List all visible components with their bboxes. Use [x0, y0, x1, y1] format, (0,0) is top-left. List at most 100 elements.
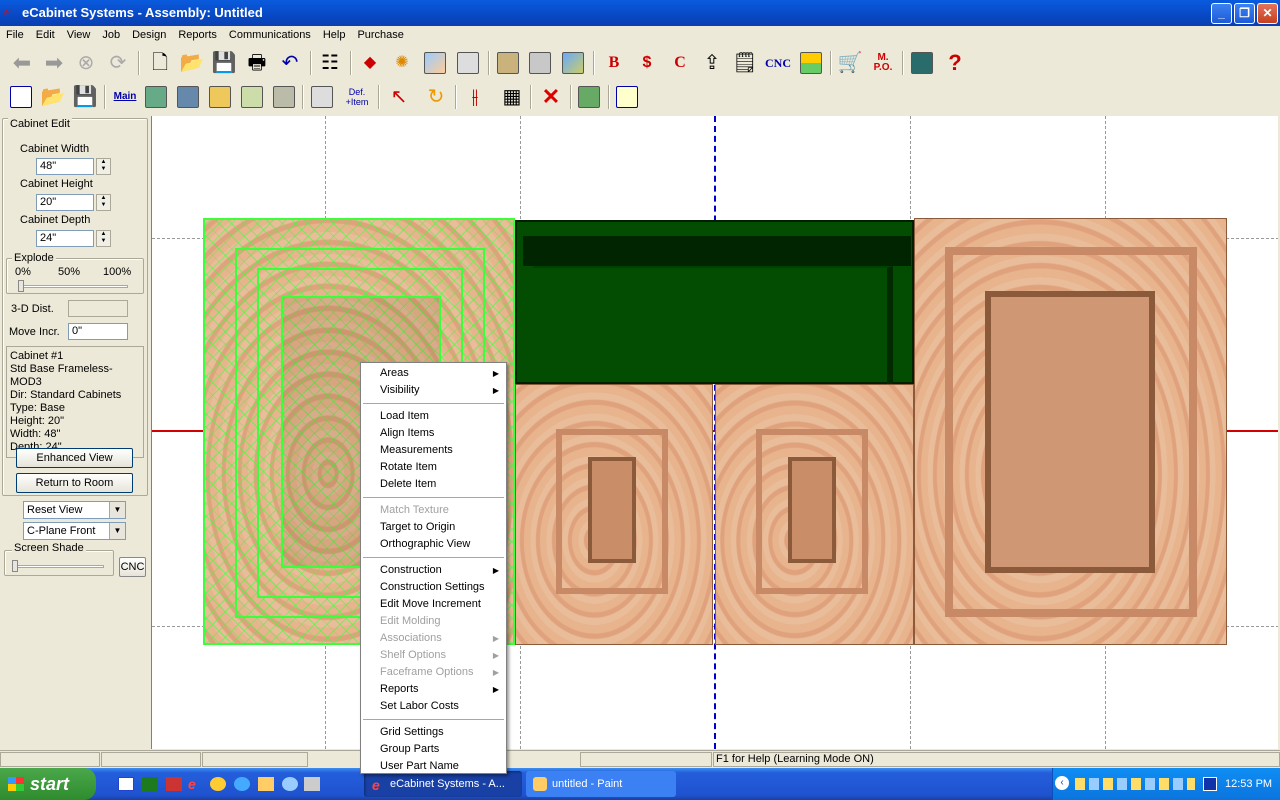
3d-dist-input[interactable] — [68, 300, 128, 317]
width-spinner[interactable]: ▲ ▼ — [96, 158, 111, 175]
menu-item-grid-settings[interactable]: Grid Settings — [361, 724, 506, 741]
menu-design[interactable]: Design — [126, 26, 172, 45]
corner-cabinet-icon[interactable] — [270, 83, 298, 111]
screen-shade-thumb[interactable] — [12, 560, 18, 572]
menu-item-load-item[interactable]: Load Item — [361, 408, 506, 425]
3d-viewport[interactable] — [151, 116, 1278, 749]
close-button[interactable]: ✕ — [1257, 3, 1278, 24]
cabinet-interior-box[interactable] — [515, 220, 914, 384]
menu-item-group-parts[interactable]: Group Parts — [361, 741, 506, 758]
height-spinner[interactable]: ▲ ▼ — [96, 194, 111, 211]
export-icon[interactable]: ⇪ — [698, 49, 726, 77]
chevron-down-icon[interactable]: ▼ — [109, 502, 125, 518]
return-to-room-button[interactable]: Return to Room — [16, 473, 133, 493]
tall-cabinet-icon[interactable] — [238, 83, 266, 111]
settings-sliders-icon[interactable]: ☷ — [316, 49, 344, 77]
menu-item-reports[interactable]: Reports ▶ — [361, 681, 506, 698]
cabinet-depth-input[interactable]: 24" — [36, 230, 94, 247]
menu-item-orthographic-view[interactable]: Orthographic View — [361, 536, 506, 553]
explode-slider-thumb[interactable] — [18, 280, 24, 292]
open-edit-icon[interactable]: 📂 — [39, 83, 67, 111]
save-edit-icon[interactable]: 💾 — [71, 83, 99, 111]
order-form-icon[interactable]: 🗒 — [731, 49, 759, 77]
view-select[interactable]: Reset View ▼ — [23, 501, 126, 519]
plane-select[interactable]: C-Plane Front ▼ — [23, 522, 126, 540]
menu-reports[interactable]: Reports — [172, 26, 223, 45]
menu-item-target-to-origin[interactable]: Target to Origin — [361, 519, 506, 536]
room-layout-icon[interactable] — [559, 49, 587, 77]
keyboard-icon[interactable] — [308, 83, 336, 111]
menu-item-visibility[interactable]: Visibility ▶ — [361, 382, 506, 399]
tray-monitor-icon[interactable] — [1203, 777, 1217, 791]
print-icon[interactable]: 🖶 — [243, 49, 271, 77]
task-paint[interactable]: untitled - Paint — [526, 771, 676, 797]
cost-report-icon[interactable]: $ — [633, 49, 661, 77]
menu-item-construction-settings[interactable]: Construction Settings — [361, 579, 506, 596]
quicklaunch-word-icon[interactable] — [118, 777, 134, 791]
material-swatch-icon[interactable]: ◆ — [356, 49, 384, 77]
menu-edit[interactable]: Edit — [30, 26, 61, 45]
rotate-item-icon[interactable]: ↻ — [422, 83, 450, 111]
cabinet-list-icon[interactable] — [526, 49, 554, 77]
close-edit-icon[interactable] — [7, 83, 35, 111]
purchase-order-icon[interactable]: M. P.O. — [869, 49, 897, 77]
quicklaunch-search-icon[interactable] — [282, 777, 298, 791]
back-arrow-icon[interactable]: ⬅ — [8, 49, 36, 77]
undo-icon[interactable]: ↶ — [276, 49, 304, 77]
enhanced-view-button[interactable]: Enhanced View — [16, 448, 133, 468]
cnc-toolbar-button[interactable]: CNC — [762, 49, 794, 77]
menu-item-delete-item[interactable]: Delete Item — [361, 476, 506, 493]
screen-shade-slider[interactable] — [12, 565, 104, 568]
video-tutorial-icon[interactable] — [908, 49, 936, 77]
stop-icon[interactable]: ⊗ — [72, 49, 100, 77]
delete-x-icon[interactable]: ✕ — [537, 83, 565, 111]
cabinet-width-input[interactable]: 48" — [36, 158, 94, 175]
menu-item-edit-move-increment[interactable]: Edit Move Increment — [361, 596, 506, 613]
menu-item-align-items[interactable]: Align Items — [361, 425, 506, 442]
drawer-cabinet-icon[interactable] — [206, 83, 234, 111]
main-view-button[interactable]: Main — [111, 83, 139, 111]
wall-cabinet-icon[interactable] — [174, 83, 202, 111]
pointer-select-icon[interactable]: ↖ — [385, 83, 413, 111]
menu-help[interactable]: Help — [317, 26, 352, 45]
menu-item-areas[interactable]: Areas ▶ — [361, 365, 506, 382]
menu-purchase[interactable]: Purchase — [351, 26, 409, 45]
quicklaunch-excel-icon[interactable] — [142, 777, 158, 791]
menu-item-measurements[interactable]: Measurements — [361, 442, 506, 459]
open-folder-icon[interactable]: 📂 — [178, 49, 206, 77]
quicklaunch-ie-icon[interactable] — [234, 777, 250, 791]
bid-report-icon[interactable]: B — [600, 49, 628, 77]
ruler-measure-icon[interactable] — [613, 83, 641, 111]
quicklaunch-folder-icon[interactable] — [258, 777, 274, 791]
explode-slider-track[interactable] — [18, 285, 128, 288]
tray-icons[interactable] — [1075, 778, 1195, 790]
drawer-front-left[interactable] — [515, 384, 713, 645]
menu-item-user-part-name[interactable]: User Part Name — [361, 758, 506, 775]
menu-job[interactable]: Job — [96, 26, 126, 45]
move-incr-input[interactable]: 0" — [68, 323, 128, 340]
chevron-left-icon[interactable]: ‹ — [1055, 776, 1069, 790]
light-bulb-icon[interactable]: ✺ — [388, 49, 416, 77]
shopping-cart-icon[interactable]: 🛒 — [836, 49, 864, 77]
dimension-icon[interactable]: ⫲ — [461, 83, 489, 111]
quicklaunch-desktop-icon[interactable] — [304, 777, 320, 791]
menu-item-set-labor-costs[interactable]: Set Labor Costs — [361, 698, 506, 715]
camera-icon[interactable] — [575, 83, 603, 111]
menu-view[interactable]: View — [61, 26, 97, 45]
forward-arrow-icon[interactable]: ➡ — [40, 49, 68, 77]
arch-door-icon[interactable] — [454, 49, 482, 77]
cnc-button[interactable]: CNC — [119, 557, 146, 577]
help-question-icon[interactable]: ? — [941, 49, 969, 77]
drawer-front-right[interactable] — [715, 384, 914, 645]
define-item-button[interactable]: Def. +Item — [343, 83, 371, 111]
menu-item-rotate-item[interactable]: Rotate Item — [361, 459, 506, 476]
cabinet-door-right[interactable] — [914, 218, 1227, 645]
menu-file[interactable]: File — [0, 26, 30, 45]
layout-grid-icon[interactable] — [797, 49, 825, 77]
quicklaunch-clock-icon[interactable] — [210, 777, 226, 791]
cabinet-icon[interactable] — [494, 49, 522, 77]
chevron-down-icon[interactable]: ▼ — [109, 523, 125, 539]
cabinet-height-input[interactable]: 20" — [36, 194, 94, 211]
curve-draw-icon[interactable] — [421, 49, 449, 77]
minimize-button[interactable]: _ — [1211, 3, 1232, 24]
